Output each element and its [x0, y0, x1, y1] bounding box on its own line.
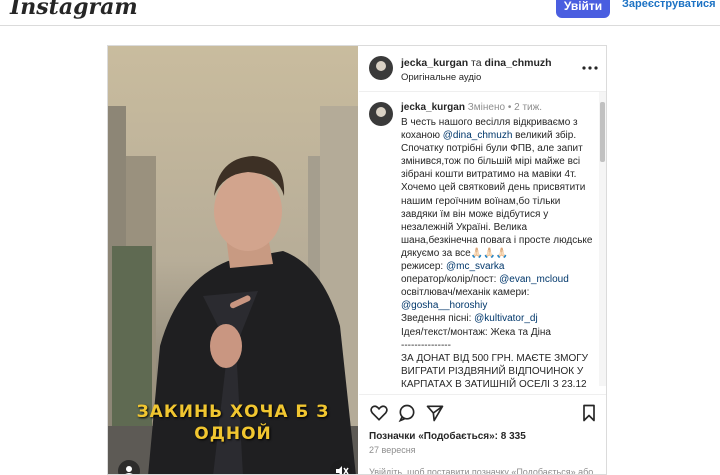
post-date[interactable]: 27 вересня	[369, 445, 416, 455]
comment-icon[interactable]	[397, 403, 417, 423]
caption-age[interactable]: 2 тиж.	[514, 102, 542, 113]
mute-icon[interactable]	[330, 460, 352, 474]
post-authors: jecka_kurgan та dina_chmuzh	[401, 57, 552, 69]
share-icon[interactable]	[425, 403, 445, 423]
separator-line: ---------------	[401, 339, 451, 351]
edited-label: Змінено	[467, 102, 506, 113]
post-card: ЗАКИНЬ ХОЧА Б З ОДНОЙ jecka_kurgan та di…	[107, 45, 607, 475]
credit-label: Зведення пісні:	[401, 313, 475, 325]
audio-label[interactable]: Оригінальне аудіо	[401, 72, 481, 83]
bookmark-icon[interactable]	[579, 403, 599, 423]
caption-text-part2: великий збір. Спочатку потрібні були ФПВ…	[401, 130, 593, 259]
post-header: jecka_kurgan та dina_chmuzh Оригінальне …	[359, 46, 606, 92]
mention-link[interactable]: @evan_mcloud	[499, 274, 569, 285]
credit-line: Ідея/текст/монтаж: Жека та Діна	[401, 326, 551, 338]
login-hint: Увійдіть, щоб поставити позначку «Подоба…	[369, 467, 594, 475]
mention-link[interactable]: @mc_svarka	[446, 261, 505, 272]
user-tag-icon[interactable]	[118, 460, 140, 474]
authors-joiner: та	[468, 57, 485, 69]
donation-text: ЗА ДОНАТ ВІД 500 ГРН. МАЄТЕ ЗМОГУ ВИГРАТ…	[401, 352, 589, 390]
credit-label: режисер:	[401, 261, 446, 273]
comments-scrollbar[interactable]	[599, 92, 606, 386]
heart-icon[interactable]	[369, 403, 389, 423]
likes-count[interactable]: Позначки «Подобається»: 8 335	[369, 431, 526, 442]
post-actions: Позначки «Подобається»: 8 335 27 вересня…	[359, 394, 606, 475]
scrollbar-thumb[interactable]	[600, 102, 605, 162]
author-username[interactable]: jecka_kurgan	[401, 57, 468, 69]
mention-link[interactable]: @gosha__horoshiy	[401, 300, 487, 311]
meta-dot: •	[507, 102, 512, 113]
video-overlay-text-line2: ОДНОЙ	[194, 424, 272, 444]
mention-link[interactable]: @kultivator_dj	[474, 313, 538, 324]
credit-label: освітлювач/механік камери:	[401, 287, 530, 299]
register-link[interactable]: Зареєструватися	[622, 0, 716, 10]
caption-username[interactable]: jecka_kurgan	[401, 102, 465, 113]
caption-text: В честь нашого весілля відкриваємо з кох…	[401, 116, 597, 391]
video-overlay-text-line1: ЗАКИНЬ ХОЧА Б З	[136, 402, 330, 422]
caption-meta: jecka_kurgan Змінено • 2 тиж.	[401, 102, 542, 113]
instagram-logo[interactable]: Instagram	[10, 0, 138, 20]
login-button[interactable]: Увійти	[556, 0, 610, 18]
caption-author-avatar[interactable]	[369, 102, 393, 126]
more-horizontal-icon[interactable]	[581, 60, 599, 74]
credit-label: оператор/колір/пост:	[401, 274, 500, 286]
post-media[interactable]: ЗАКИНЬ ХОЧА Б З ОДНОЙ	[108, 46, 358, 474]
coauthor-username[interactable]: dina_chmuzh	[485, 57, 552, 69]
top-bar: Instagram Увійти Зареєструватися	[0, 0, 720, 26]
mention-link[interactable]: @dina_chmuzh	[443, 130, 513, 141]
comments-area[interactable]: jecka_kurgan Змінено • 2 тиж. В честь на…	[359, 92, 606, 394]
post-sidebar: jecka_kurgan та dina_chmuzh Оригінальне …	[359, 46, 606, 475]
author-avatar[interactable]	[369, 56, 393, 80]
